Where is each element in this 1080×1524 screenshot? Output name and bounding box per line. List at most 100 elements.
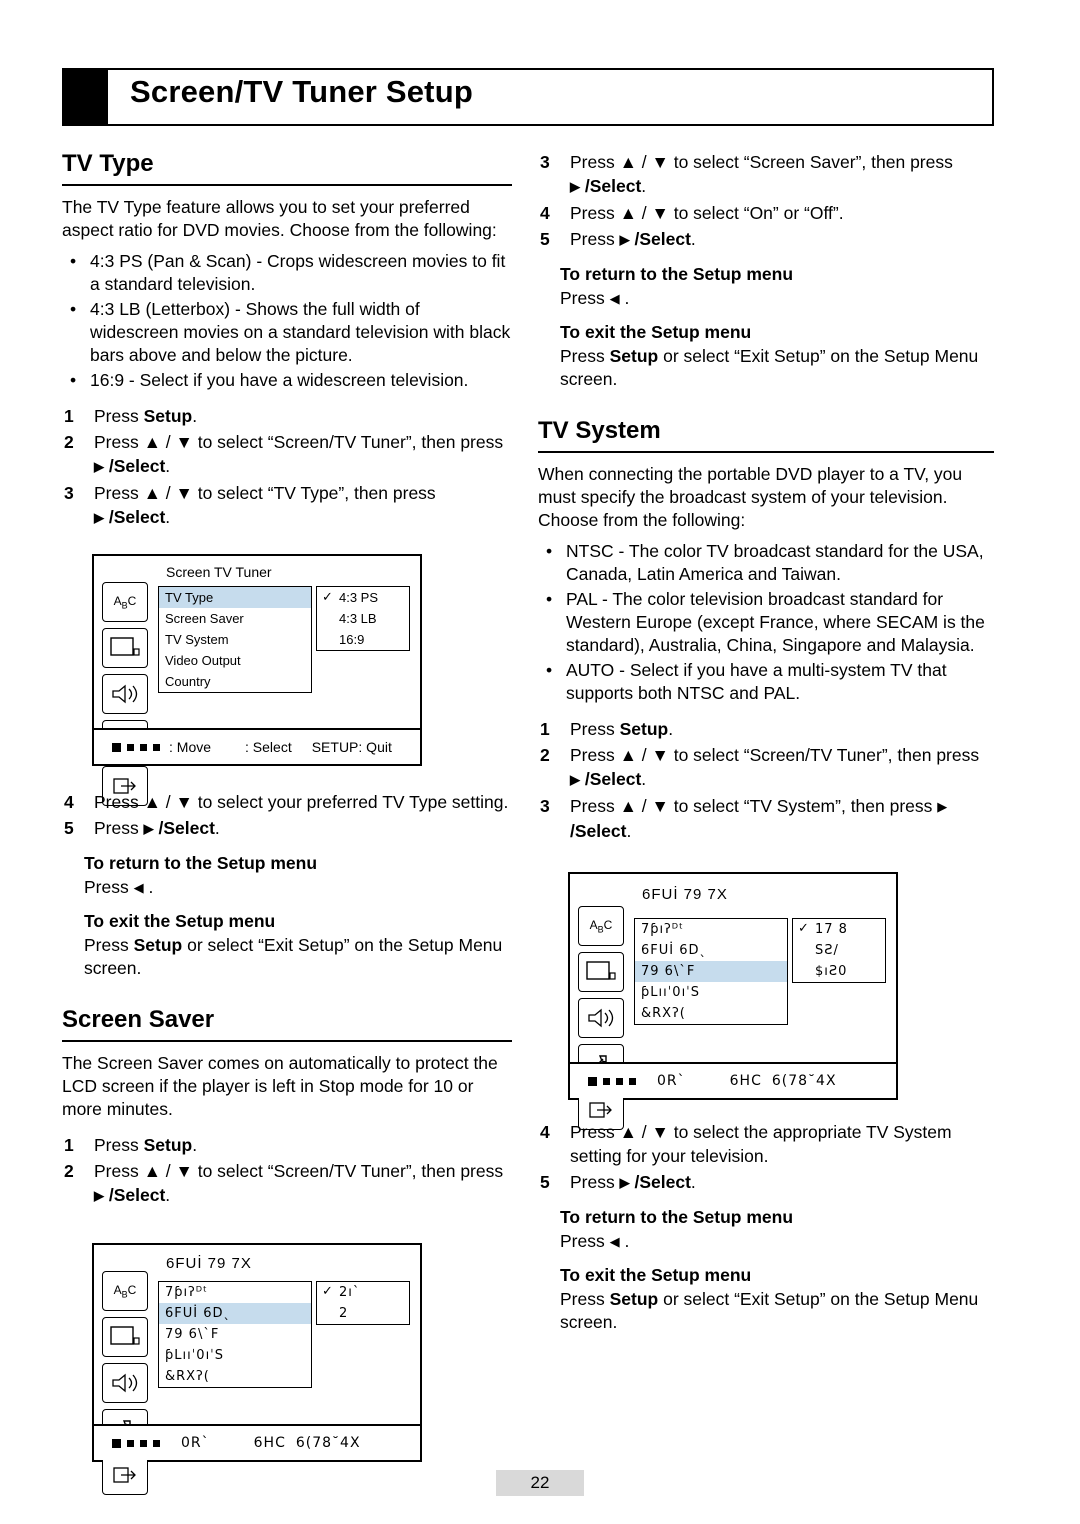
list-item: 5 Press ▶ /Select. [540, 1172, 696, 1192]
osd-footer: 0Rˋ 6HC 6(78˘4X [94, 1424, 420, 1460]
list-item: 1 Press Setup. [64, 406, 198, 426]
list-item: 3 Press ▲ / ▼ to select “TV System”, the… [540, 796, 948, 841]
return-to-setup-body: Press ◀ . [560, 1231, 630, 1251]
osd-option-label: 2 [339, 1306, 349, 1321]
tv-type-intro: The TV Type feature allows you to set yo… [62, 197, 497, 240]
list-item: 4 Press ▲ / ▼ to select the appropriate … [540, 1122, 952, 1166]
osd-menu-item[interactable]: ƥLııˈ0ıˈS [635, 982, 787, 1003]
osd-option-list: ✓ 17 8 SƧ/ $ıƧ0 [792, 918, 886, 983]
osd-icon-column: ABC [102, 1271, 150, 1501]
exit-setup-body: Press Setup or select “Exit Setup” on th… [560, 346, 979, 389]
left-column: TV Type The TV Type feature allows you t… [62, 150, 512, 532]
osd-option-item[interactable]: ✓ 2ıˋ [317, 1282, 409, 1303]
step-number: 2 [540, 745, 550, 765]
step-number: 4 [540, 203, 550, 223]
list-item: NTSC - The color TV broadcast standard f… [538, 540, 994, 586]
list-item: 3 Press ▲ / ▼ to select “Screen Saver”, … [540, 152, 953, 196]
exit-setup-body: Press Setup or select “Exit Setup” on th… [84, 935, 503, 978]
step-number: 3 [540, 152, 550, 172]
osd-footer-quit: 6(78˘4X [295, 1435, 361, 1451]
exit-setup-body: Press Setup or select “Exit Setup” on th… [560, 1289, 979, 1332]
list-item: 3 Press ▲ / ▼ to select “TV Type”, then … [64, 483, 436, 527]
screen-saver-intro: The Screen Saver comes on automatically … [62, 1053, 498, 1119]
cursor-square-icon [603, 1077, 610, 1085]
up-down-icon: ▲ / ▼ [143, 432, 193, 452]
up-down-icon: ▲ / ▼ [143, 1161, 193, 1181]
osd-option-item[interactable]: 16:9 [317, 629, 409, 650]
osd-footer-select: : Select [245, 739, 292, 755]
osd-menu-item[interactable]: Video Output [159, 650, 311, 671]
exit-setup-heading: To exit the Setup menu [560, 322, 752, 342]
audio-icon [578, 998, 624, 1038]
return-to-setup-heading: To return to the Setup menu [84, 853, 318, 873]
osd-option-item[interactable]: ✓ 4:3 PS [317, 587, 409, 608]
list-item: 1 Press Setup. [64, 1135, 198, 1155]
osd-option-label: SƧ/ [815, 943, 839, 958]
osd-option-label: 2ıˋ [339, 1285, 361, 1300]
osd-icon-column: ABC [578, 906, 626, 1136]
tv-screen-icon [578, 952, 624, 992]
osd-menu-item[interactable]: 7ƥıʔᴰᵗ [635, 919, 787, 940]
page-title: Screen/TV Tuner Setup [130, 74, 473, 109]
up-down-icon: ▲ / ▼ [619, 1122, 669, 1142]
list-item: 4:3 LB (Letterbox) - Shows the full widt… [62, 298, 512, 367]
up-down-icon: ▲ / ▼ [143, 792, 193, 812]
audio-icon [102, 674, 148, 714]
osd-menu-item[interactable]: &RXʔ( [635, 1003, 787, 1024]
manual-page: Screen/TV Tuner Setup TV Type The TV Typ… [0, 0, 1080, 1524]
left-column-continued: 4 Press ▲ / ▼ to select your preferred T… [62, 790, 512, 1210]
osd-menu-item[interactable]: Country [159, 671, 311, 692]
list-item: 4:3 PS (Pan & Scan) - Crops widescreen m… [62, 250, 512, 296]
osd-menu-list: TV Type Screen Saver TV System Video Out… [158, 586, 312, 693]
step-number: 5 [540, 229, 550, 249]
cursor-square-icon [127, 1439, 134, 1447]
list-item: 5 Press ▶ /Select. [540, 229, 696, 249]
tv-system-intro: When connecting the portable DVD player … [538, 464, 963, 530]
tv-system-bullet-list: NTSC - The color TV broadcast standard f… [538, 540, 994, 705]
osd-option-item[interactable]: 4:3 LB [317, 608, 409, 629]
step-number: 4 [64, 792, 74, 812]
list-item: 2 Press ▲ / ▼ to select “Screen/TV Tuner… [540, 745, 980, 789]
osd-menu-item[interactable]: 7ƥıʔᴰᵗ [159, 1282, 311, 1303]
osd-option-item[interactable]: ✓ 17 8 [793, 919, 885, 940]
return-to-setup-heading: To return to the Setup menu [560, 1207, 794, 1227]
language-icon: ABC [102, 582, 148, 622]
list-item: AUTO - Select if you have a multi-system… [538, 659, 994, 705]
osd-menu-item[interactable]: TV Type [159, 587, 311, 608]
osd-option-item[interactable]: SƧ/ [793, 940, 885, 961]
osd-menu-item[interactable]: 79 6\ˋF [159, 1324, 311, 1345]
audio-icon [102, 1363, 148, 1403]
osd-menu-item[interactable]: &RXʔ( [159, 1366, 311, 1387]
list-item: 2 Press ▲ / ▼ to select “Screen/TV Tuner… [64, 1161, 504, 1205]
osd-menu-item[interactable]: ƥLııˈ0ıˈS [159, 1345, 311, 1366]
step-number: 5 [540, 1172, 550, 1192]
osd-menu-item[interactable]: Screen Saver [159, 608, 311, 629]
list-item: 4 Press ▲ / ▼ to select “On” or “Off”. [540, 203, 844, 223]
up-down-icon: ▲ / ▼ [619, 796, 669, 816]
osd-menu-item[interactable]: 6FUİ 6Dˎ [635, 940, 787, 961]
tv-system-steps-continued: 4 Press ▲ / ▼ to select the appropriate … [538, 1120, 994, 1195]
osd-option-item[interactable]: 2 [317, 1303, 409, 1324]
tv-type-bullet-list: 4:3 PS (Pan & Scan) - Crops widescreen m… [62, 250, 512, 392]
cursor-square-icon [127, 743, 134, 751]
page-number: 22 [496, 1470, 584, 1496]
tv-type-steps: 1 Press Setup. 2 Press ▲ / ▼ to select “… [62, 404, 512, 530]
right-column-continued: 4 Press ▲ / ▼ to select the appropriate … [538, 1120, 994, 1334]
list-item: 1 Press Setup. [540, 719, 674, 739]
cursor-square-icon [112, 742, 121, 752]
cursor-square-icon [588, 1076, 597, 1086]
osd-footer-move: 0Rˋ [181, 1435, 210, 1451]
osd-menu-item[interactable]: 6FUİ 6Dˎ [159, 1303, 311, 1324]
return-to-setup-heading: To return to the Setup menu [560, 264, 794, 284]
osd-footer-move: : Move [169, 739, 212, 755]
osd-title: Screen TV Tuner [166, 564, 272, 580]
section-heading-tv-system: TV System [538, 417, 994, 453]
osd-menu-item[interactable]: 79 6\ˋF [635, 961, 787, 982]
up-down-icon: ▲ / ▼ [619, 745, 669, 765]
osd-option-item[interactable]: $ıƧ0 [793, 961, 885, 982]
osd-menu-item[interactable]: TV System [159, 629, 311, 650]
step-number: 1 [64, 406, 74, 426]
step-number: 2 [64, 1161, 74, 1181]
step-number: 3 [64, 483, 74, 503]
osd-menu-list: 7ƥıʔᴰᵗ 6FUİ 6Dˎ 79 6\ˋF ƥLııˈ0ıˈS &RXʔ( [158, 1281, 312, 1388]
